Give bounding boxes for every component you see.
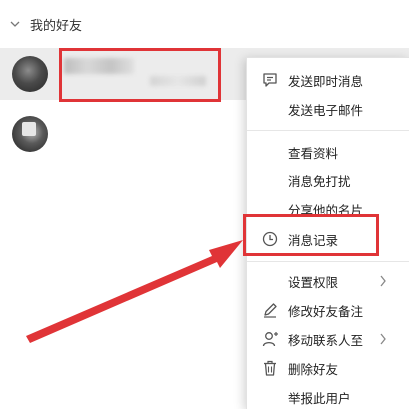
- pencil-icon: [264, 303, 277, 318]
- menu-item-label: 修改好友备注: [288, 303, 364, 319]
- menu-item-set-permissions[interactable]: 设置权限: [247, 267, 409, 295]
- menu-item-edit-remark[interactable]: 修改好友备注: [247, 296, 409, 324]
- menu-item-label: 发送电子邮件: [288, 102, 364, 118]
- menu-item-report-user[interactable]: 举报此用户: [247, 383, 409, 409]
- menu-item-label: 设置权限: [288, 274, 339, 290]
- person-add-icon: [262, 332, 278, 347]
- chevron-right-icon: [380, 333, 386, 345]
- menu-item-send-instant-message[interactable]: 发送即时消息: [247, 66, 409, 94]
- menu-item-label: 举报此用户: [288, 390, 351, 406]
- menu-item-move-contact[interactable]: 移动联系人至: [247, 325, 409, 353]
- menu-item-label: 删除好友: [288, 361, 339, 377]
- highlight-box-message-history: [243, 214, 379, 256]
- avatar[interactable]: [12, 116, 48, 152]
- friend-group-header[interactable]: 我的好友: [0, 12, 409, 36]
- menu-item-label: 消息免打扰: [288, 173, 351, 189]
- menu-item-send-email[interactable]: 发送电子邮件: [247, 95, 409, 123]
- friend-group-label: 我的好友: [30, 18, 83, 34]
- menu-separator: [247, 130, 409, 131]
- menu-item-label: 移动联系人至: [288, 332, 364, 348]
- trash-icon: [264, 360, 276, 376]
- menu-item-view-profile[interactable]: 查看资料: [247, 138, 409, 166]
- menu-item-delete-friend[interactable]: 删除好友: [247, 354, 409, 382]
- chevron-down-icon: [10, 21, 20, 27]
- menu-item-do-not-disturb[interactable]: 消息免打扰: [247, 166, 409, 194]
- chat-bubble-icon: [263, 73, 277, 87]
- chevron-right-icon: [380, 275, 386, 287]
- menu-item-label: 查看资料: [288, 145, 339, 161]
- highlight-box-friend-name: [59, 48, 221, 102]
- avatar[interactable]: [12, 56, 48, 92]
- menu-separator: [247, 261, 409, 262]
- menu-item-label: 发送即时消息: [288, 73, 364, 89]
